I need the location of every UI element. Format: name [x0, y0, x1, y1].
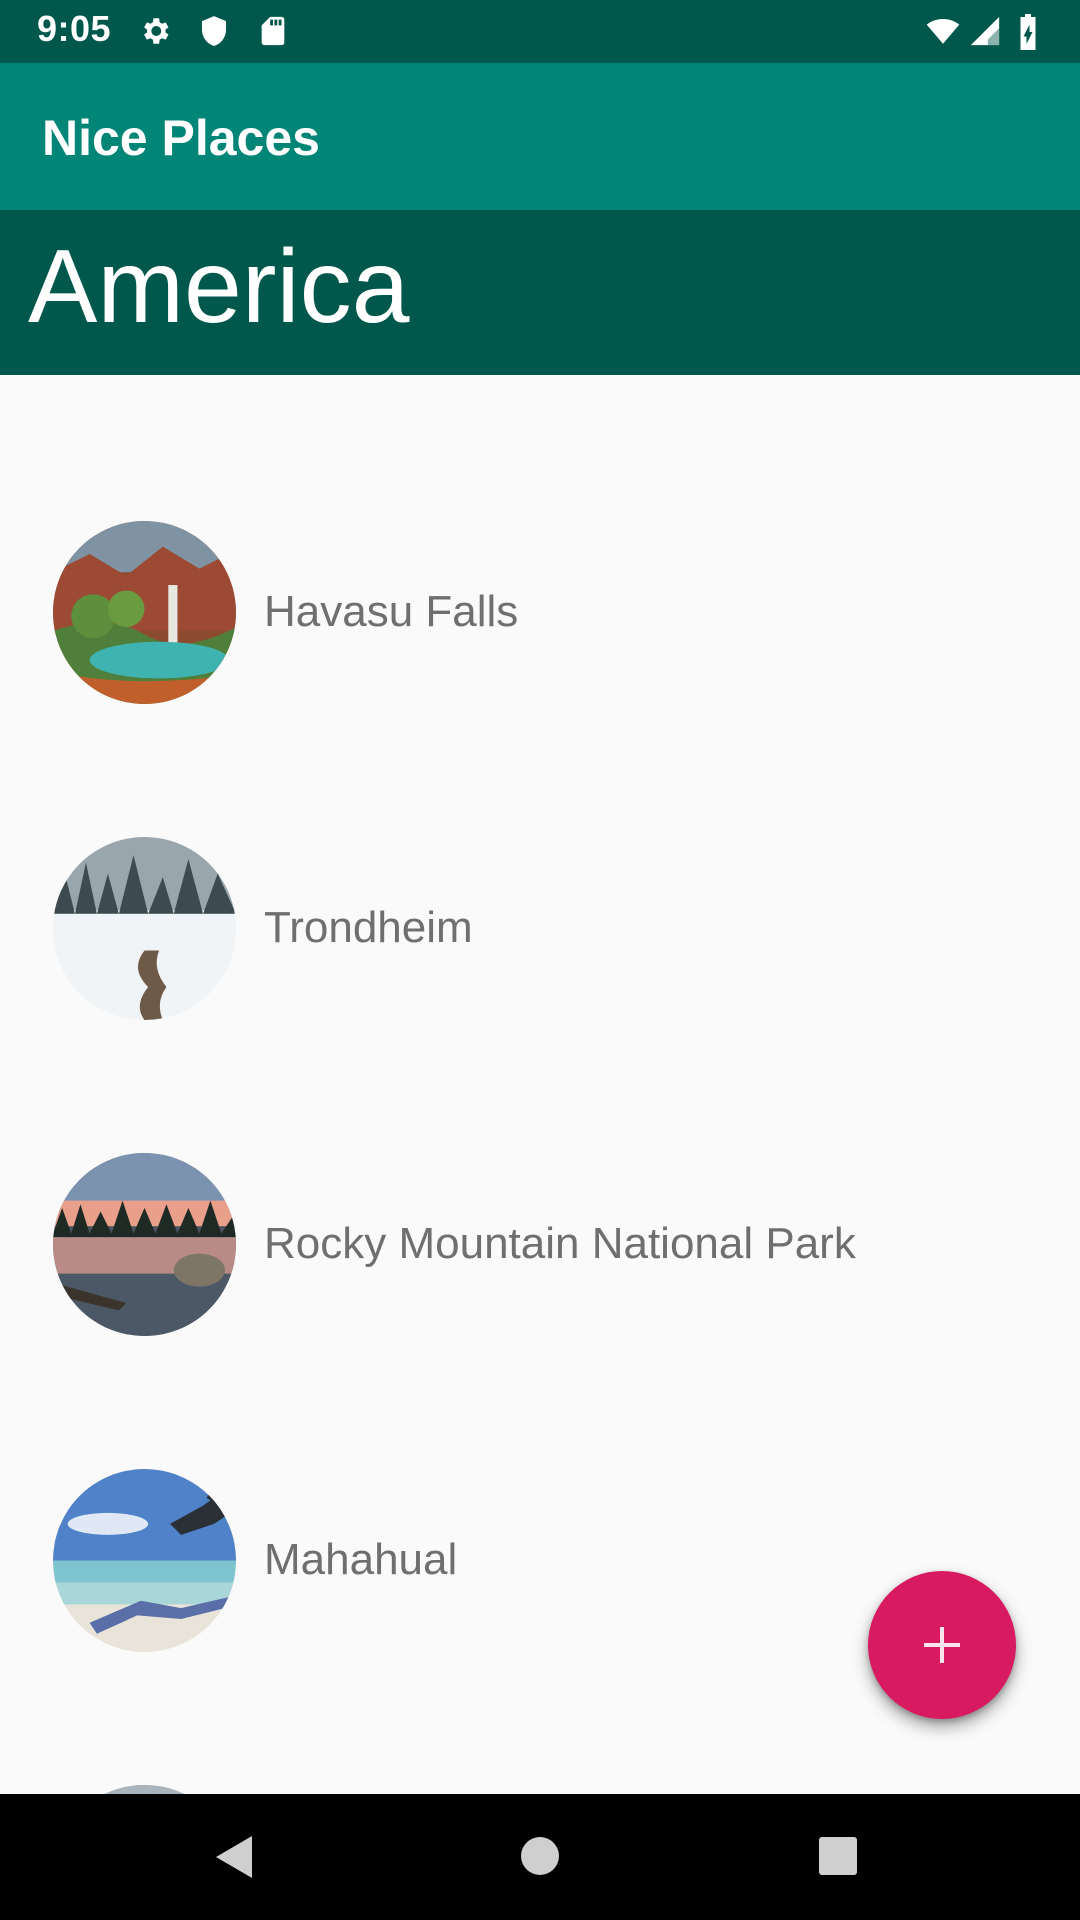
list-item[interactable]: Trondheim: [0, 691, 1080, 1020]
list-item[interactable]: Havasu Falls: [0, 375, 1080, 704]
add-place-button[interactable]: [868, 1571, 1016, 1719]
wifi-icon: [922, 14, 964, 48]
screen: 9:05 Nice Places America Havasu Falls Tr…: [0, 0, 1080, 1920]
place-name: Havasu Falls: [264, 587, 519, 636]
battery-charging-icon: [1016, 14, 1046, 50]
place-thumbnail: [53, 1785, 236, 1794]
recents-icon[interactable]: [818, 1836, 858, 1881]
place-thumbnail: [53, 837, 236, 1020]
section-header: America: [0, 210, 1080, 375]
place-name: Rocky Mountain National Park: [264, 1219, 856, 1268]
place-thumbnail: [53, 521, 236, 704]
navigation-bar: [0, 1794, 1080, 1920]
place-thumbnail: [53, 1153, 236, 1336]
plus-icon: [924, 1627, 960, 1663]
section-title: America: [28, 229, 410, 345]
status-time: 9:05: [37, 8, 112, 49]
home-icon[interactable]: [520, 1836, 560, 1881]
gear-icon: [138, 14, 172, 48]
place-name: Mahahual: [264, 1535, 458, 1584]
place-name: Trondheim: [264, 903, 473, 952]
signal-icon: [968, 14, 1002, 48]
app-title: Nice Places: [42, 110, 320, 166]
app-bar: Nice Places: [0, 63, 1080, 210]
back-icon[interactable]: [214, 1834, 254, 1885]
list-item[interactable]: Rocky Mountain National Park: [0, 1007, 1080, 1336]
shield-icon: [197, 14, 231, 48]
status-bar: 9:05: [0, 0, 1080, 63]
sd-card-icon: [256, 14, 290, 48]
place-thumbnail: [53, 1469, 236, 1652]
